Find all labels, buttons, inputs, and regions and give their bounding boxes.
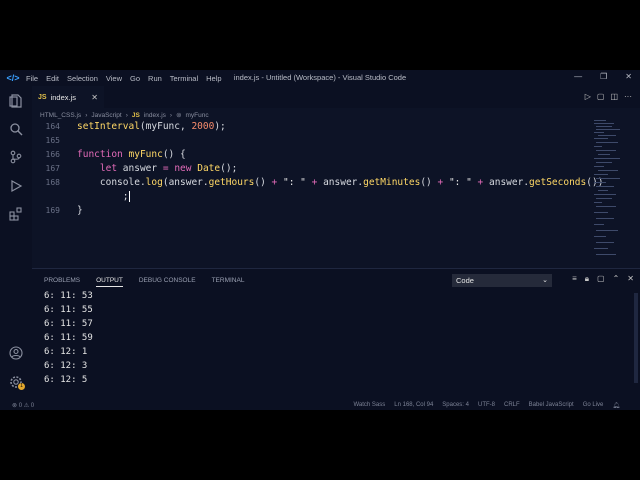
code-line: 167 let answer = new Date(); bbox=[45, 163, 238, 174]
lock-icon[interactable]: 🔒︎ bbox=[585, 274, 589, 284]
extensions-icon[interactable] bbox=[9, 207, 23, 221]
breadcrumb-folder-1[interactable]: HTML_CSS.js bbox=[40, 112, 81, 119]
output-channel-select[interactable]: Code ⌄ bbox=[452, 274, 552, 287]
status-watch-sass[interactable]: Watch Sass bbox=[353, 402, 385, 409]
minimap[interactable] bbox=[592, 120, 632, 260]
status-cursor-position[interactable]: Ln 168, Col 94 bbox=[394, 402, 433, 409]
menu-bar: File Edit Selection View Go Run Terminal… bbox=[26, 74, 222, 83]
problems-status[interactable]: ⊗ 0 ⚠ 0 bbox=[12, 402, 34, 409]
chevron-right-icon: › bbox=[85, 111, 88, 119]
run-debug-icon[interactable] bbox=[9, 179, 23, 193]
code-line: ; bbox=[122, 191, 130, 202]
code-line: 165 bbox=[45, 136, 60, 145]
split-editor-icon[interactable]: ◫ bbox=[610, 92, 618, 101]
panel-layout-icon[interactable]: ▢ bbox=[597, 274, 605, 284]
tab-debug-console[interactable]: DEBUG CONSOLE bbox=[139, 277, 196, 287]
close-window-icon[interactable]: ✕ bbox=[625, 72, 632, 81]
output-line: 6: 11: 57 bbox=[44, 319, 93, 329]
menu-go[interactable]: Go bbox=[130, 74, 140, 83]
restore-icon[interactable]: ❐ bbox=[600, 72, 607, 81]
breadcrumb-folder-2[interactable]: JavaScript bbox=[91, 112, 121, 119]
output-line: 6: 12: 5 bbox=[44, 375, 88, 385]
tab-index-js[interactable]: JS index.js ✕ bbox=[32, 86, 104, 108]
activity-bar bbox=[0, 86, 32, 400]
panel-tabs: PROBLEMS OUTPUT DEBUG CONSOLE TERMINAL bbox=[44, 277, 244, 287]
title-bar: </> File Edit Selection View Go Run Term… bbox=[0, 70, 640, 86]
status-right: Watch Sass Ln 168, Col 94 Spaces: 4 UTF-… bbox=[353, 402, 620, 409]
output-log[interactable]: 6: 11: 53 6: 11: 55 6: 11: 57 6: 11: 59 … bbox=[44, 289, 93, 387]
status-eol[interactable]: CRLF bbox=[504, 402, 520, 409]
more-actions-icon[interactable]: ··· bbox=[624, 92, 632, 101]
code-line: 169} bbox=[45, 205, 83, 216]
output-line: 6: 12: 1 bbox=[44, 347, 88, 357]
menu-run[interactable]: Run bbox=[148, 74, 162, 83]
notifications-icon[interactable]: 🔔︎ bbox=[612, 402, 620, 409]
vscode-window: </> File Edit Selection View Go Run Term… bbox=[0, 70, 640, 410]
maximize-panel-icon[interactable]: ⌃ bbox=[613, 274, 620, 284]
code-editor[interactable]: 164 setInterval(myFunc, 2000); 165 166 fun… bbox=[32, 120, 604, 268]
js-file-icon: JS bbox=[38, 93, 47, 101]
status-go-live[interactable]: Go Live bbox=[583, 402, 604, 409]
code-line: 168 console.log(answer.getHours() + ": "… bbox=[45, 177, 604, 188]
panel-scrollbar[interactable] bbox=[634, 293, 638, 383]
panel-actions: ≡ 🔒︎ ▢ ⌃ ✕ bbox=[572, 274, 634, 284]
menu-terminal[interactable]: Terminal bbox=[170, 74, 198, 83]
output-channel-value: Code bbox=[456, 276, 474, 285]
code-line: 164 setInterval(myFunc, 2000); bbox=[45, 121, 226, 132]
breadcrumb-file[interactable]: index.js bbox=[144, 112, 166, 119]
clear-output-icon[interactable]: ≡ bbox=[572, 274, 577, 284]
open-preview-icon[interactable]: ▢ bbox=[597, 92, 605, 101]
update-badge: 1 bbox=[18, 383, 25, 390]
close-tab-icon[interactable]: ✕ bbox=[91, 93, 98, 102]
tab-label: index.js bbox=[50, 92, 76, 102]
menu-view[interactable]: View bbox=[106, 74, 122, 83]
menu-file[interactable]: File bbox=[26, 74, 38, 83]
code-line: 166 function myFunc() { bbox=[45, 149, 186, 160]
chevron-right-icon: › bbox=[125, 111, 128, 119]
menu-selection[interactable]: Selection bbox=[67, 74, 98, 83]
chevron-down-icon: ⌄ bbox=[542, 277, 548, 284]
output-line: 6: 12: 3 bbox=[44, 361, 88, 371]
js-file-icon: JS bbox=[131, 111, 140, 119]
tab-output[interactable]: OUTPUT bbox=[96, 277, 123, 287]
vscode-logo-icon: </> bbox=[6, 73, 20, 83]
menu-edit[interactable]: Edit bbox=[46, 74, 59, 83]
output-line: 6: 11: 53 bbox=[44, 291, 93, 301]
minimize-icon[interactable]: — bbox=[574, 72, 582, 81]
source-control-icon[interactable] bbox=[9, 150, 23, 164]
editor-actions: ▷ ▢ ◫ ··· bbox=[585, 92, 632, 101]
status-language[interactable]: Babel JavaScript bbox=[529, 402, 574, 409]
account-icon[interactable] bbox=[9, 346, 23, 360]
explorer-icon[interactable] bbox=[9, 94, 23, 108]
editor-tab-bar: JS index.js ✕ ▷ ▢ ◫ ··· bbox=[32, 86, 640, 108]
tab-terminal[interactable]: TERMINAL bbox=[212, 277, 245, 287]
search-icon[interactable] bbox=[9, 122, 23, 136]
status-encoding[interactable]: UTF-8 bbox=[478, 402, 495, 409]
close-panel-icon[interactable]: ✕ bbox=[627, 274, 634, 284]
chevron-right-icon: › bbox=[169, 111, 173, 119]
text-cursor bbox=[128, 191, 130, 202]
menu-help[interactable]: Help bbox=[206, 74, 221, 83]
run-icon[interactable]: ▷ bbox=[585, 92, 591, 101]
tab-problems[interactable]: PROBLEMS bbox=[44, 277, 80, 287]
status-bar: ⊗ 0 ⚠ 0 Watch Sass Ln 168, Col 94 Spaces… bbox=[0, 400, 640, 410]
status-indentation[interactable]: Spaces: 4 bbox=[442, 402, 469, 409]
window-controls: — ❐ ✕ bbox=[574, 72, 632, 81]
function-icon: ⊚ bbox=[176, 112, 182, 119]
output-line: 6: 11: 55 bbox=[44, 305, 93, 315]
breadcrumb-symbol[interactable]: myFunc bbox=[186, 112, 209, 119]
breadcrumb: HTML_CSS.js › JavaScript › JS index.js ›… bbox=[40, 110, 209, 120]
output-line: 6: 11: 59 bbox=[44, 333, 93, 343]
bottom-panel: PROBLEMS OUTPUT DEBUG CONSOLE TERMINAL C… bbox=[32, 268, 640, 400]
